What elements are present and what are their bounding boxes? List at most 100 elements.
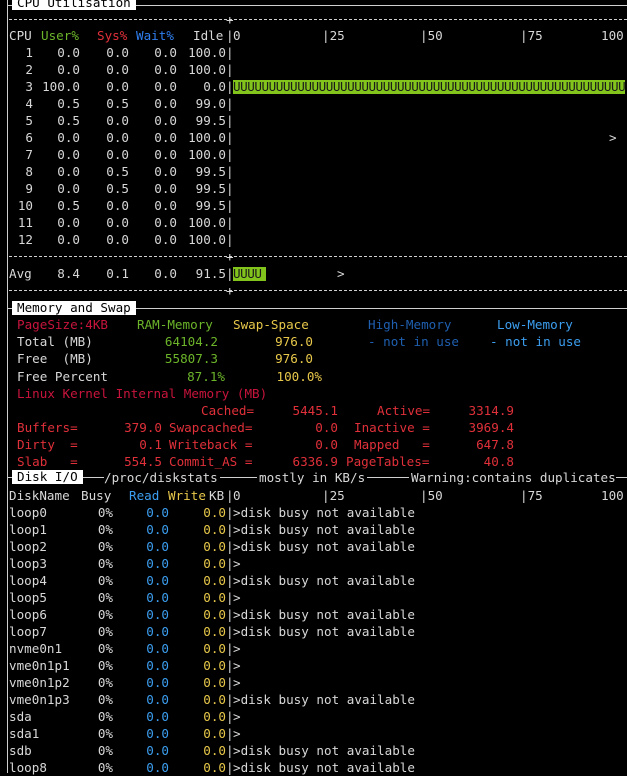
- mem-cached-val: 5445.1: [292, 403, 339, 418]
- disk-col-kb: KB: [209, 488, 225, 503]
- cpu-row-idle: 99.5: [195, 113, 226, 128]
- disk-row-status: >disk busy not available: [233, 505, 415, 520]
- cpu-row-wait: 0.0: [154, 62, 177, 77]
- disk-row-status: >: [233, 658, 241, 673]
- disk-row-write: 0.0: [203, 743, 226, 758]
- cpu-row-wait: 0.0: [154, 181, 177, 196]
- cpu-scale-100: 100: [601, 28, 624, 43]
- disk-row-busy: 0%: [97, 556, 113, 571]
- cpu-row-user: 0.0: [57, 45, 80, 60]
- cpu-row-peak-marker: >: [609, 130, 617, 145]
- cpu-row-id: 11: [17, 215, 33, 230]
- disk-row-write: 0.0: [203, 505, 226, 520]
- disk-row-name: loop0: [9, 505, 47, 520]
- disk-row-write: 0.0: [203, 760, 226, 775]
- mem-writeback-label: Writeback =: [169, 437, 253, 452]
- cpu-avg-wait: 0.0: [154, 266, 177, 281]
- cpu-scale-75: |75: [520, 28, 543, 43]
- mem-freepct-label: Free Percent: [17, 369, 108, 384]
- cpu-scale-25: |25: [322, 28, 345, 43]
- disk-row-read: 0.0: [146, 624, 169, 639]
- cpu-avg-sys: 0.1: [106, 266, 129, 281]
- mem-buffers-val: 379.0: [124, 420, 162, 435]
- cpu-row-user-bar: UUUUUUUUUUUUUUUUUUUUUUUUUUUUUUUUUUUUUUUU…: [233, 80, 625, 94]
- disk-row-read: 0.0: [146, 539, 169, 554]
- disk-row-busy: 0%: [97, 675, 113, 690]
- mem-swap-header: Swap-Space: [233, 317, 309, 332]
- disk-row-busy: 0%: [97, 743, 113, 758]
- mem-inactive-val: 3969.4: [468, 420, 515, 435]
- cpu-row-bar-sep: |: [226, 198, 234, 213]
- cpu-row-id: 5: [25, 113, 33, 128]
- disk-row-busy: 0%: [97, 658, 113, 673]
- cpu-row-wait: 0.0: [154, 164, 177, 179]
- disk-row-status: >: [233, 556, 241, 571]
- disk-row-read: 0.0: [146, 641, 169, 656]
- cpu-row-id: 1: [25, 45, 33, 60]
- disk-col-busy: Busy: [81, 488, 112, 503]
- disk-row-name: loop1: [9, 522, 47, 537]
- disk-row-write: 0.0: [203, 573, 226, 588]
- mem-freepct-swap: 100.0%: [276, 369, 323, 384]
- cpu-row-bar-sep: |: [226, 130, 234, 145]
- mem-dirty-val: 0.1: [139, 437, 162, 452]
- disk-row-busy: 0%: [97, 726, 113, 741]
- cpu-row-idle: 100.0: [188, 232, 226, 247]
- cpu-row-user: 0.0: [57, 164, 80, 179]
- disk-row-name: loop7: [9, 624, 47, 639]
- mem-high-status: - not in use: [368, 334, 459, 349]
- cpu-row-id: 6: [25, 130, 33, 145]
- disk-row-write: 0.0: [203, 539, 226, 554]
- disk-row-write: 0.0: [203, 726, 226, 741]
- mem-free-swap: 976.0: [275, 351, 313, 366]
- disk-row-name: sdb: [9, 743, 32, 758]
- disk-row-read: 0.0: [146, 709, 169, 724]
- cpu-col-user: User%: [41, 28, 79, 43]
- cpu-row-idle: 99.0: [195, 96, 226, 111]
- cpu-row-sys: 0.0: [106, 130, 129, 145]
- disk-row-status: >: [233, 641, 241, 656]
- mem-pagetables-label: PageTables=: [346, 454, 430, 469]
- disk-row-status: >disk busy not available: [233, 539, 415, 554]
- cpu-row-sys: 0.5: [106, 181, 129, 196]
- disk-row-write: 0.0: [203, 641, 226, 656]
- mem-pagetables-val: 40.8: [483, 454, 514, 469]
- cpu-row-id: 9: [25, 181, 33, 196]
- cpu-row-idle: 0.0: [203, 79, 226, 94]
- cpu-row-id: 4: [25, 96, 33, 111]
- disk-row-read: 0.0: [146, 607, 169, 622]
- disk-row-status: >disk busy not available: [233, 743, 415, 758]
- cpu-row-bar-sep: |: [226, 215, 234, 230]
- cpu-avg-divider-bottom: [9, 290, 627, 291]
- cpu-scale-50: |50: [420, 28, 443, 43]
- disk-row-read: 0.0: [146, 760, 169, 775]
- cpu-row-sys: 0.0: [106, 215, 129, 230]
- mem-freepct-ram: 87.1%: [187, 369, 225, 384]
- disk-row-write: 0.0: [203, 607, 226, 622]
- disk-row-busy: 0%: [97, 505, 113, 520]
- disk-scale-50: |50: [420, 488, 443, 503]
- cpu-row-sys: 0.0: [106, 45, 129, 60]
- disk-scale-0: 0: [233, 488, 241, 503]
- disk-row-status: >: [233, 675, 241, 690]
- cpu-row-wait: 0.0: [154, 130, 177, 145]
- disk-row-read: 0.0: [146, 692, 169, 707]
- disk-row-read: 0.0: [146, 522, 169, 537]
- disk-row-status: >: [233, 726, 241, 741]
- disk-row-read: 0.0: [146, 556, 169, 571]
- cpu-row-sys: 0.5: [106, 164, 129, 179]
- cpu-row-user: 0.0: [57, 62, 80, 77]
- disk-row-name: loop8: [9, 760, 47, 775]
- cpu-row-idle: 100.0: [188, 130, 226, 145]
- cpu-row-bar-sep: |: [226, 232, 234, 247]
- cpu-row-wait: 0.0: [154, 113, 177, 128]
- cpu-row-idle: 99.5: [195, 181, 226, 196]
- mem-slab-val: 554.5: [124, 454, 162, 469]
- cpu-row-user: 0.5: [57, 96, 80, 111]
- disk-row-write: 0.0: [203, 692, 226, 707]
- cpu-avg-label: Avg: [9, 266, 32, 281]
- cpu-row-id: 12: [17, 232, 33, 247]
- disk-row-busy: 0%: [97, 607, 113, 622]
- cpu-row-id: 3: [25, 79, 33, 94]
- disk-row-read: 0.0: [146, 675, 169, 690]
